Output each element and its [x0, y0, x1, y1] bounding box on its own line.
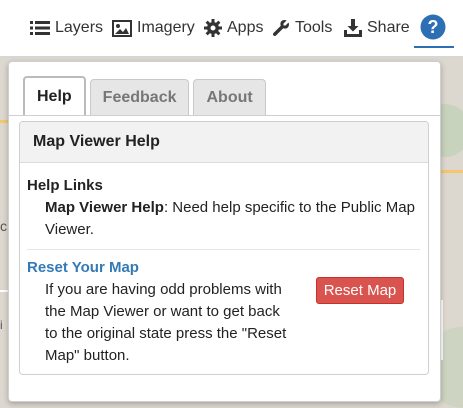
- list-icon: [30, 21, 50, 35]
- tab-divider: [9, 115, 440, 116]
- svg-text:?: ?: [428, 17, 439, 37]
- wrench-icon: [272, 20, 289, 37]
- panel-heading: Map Viewer Help: [20, 122, 428, 163]
- map-label: c: [0, 218, 7, 234]
- help-content-panel: Map Viewer Help Help Links Map Viewer He…: [19, 121, 429, 375]
- share-button[interactable]: Share: [344, 16, 410, 40]
- layers-button[interactable]: Layers: [30, 16, 103, 40]
- image-icon: [112, 19, 132, 37]
- gear-icon: [204, 19, 222, 37]
- section-divider: [27, 249, 420, 250]
- help-link-name: Map Viewer Help: [45, 199, 164, 216]
- question-circle-icon: ?: [420, 14, 446, 40]
- imagery-button[interactable]: Imagery: [112, 16, 195, 40]
- active-tool-indicator: [414, 46, 454, 48]
- reset-map-title[interactable]: Reset Your Map: [27, 259, 139, 276]
- help-panel: Help Feedback About Map Viewer Help Help…: [8, 61, 441, 402]
- download-icon: [344, 19, 362, 37]
- help-link-item[interactable]: Map Viewer Help: Need help specific to t…: [45, 197, 415, 241]
- panel-tabs: Help Feedback About: [23, 76, 266, 116]
- help-button[interactable]: ?: [414, 8, 452, 46]
- layers-label: Layers: [55, 19, 104, 36]
- apps-label: Apps: [227, 19, 264, 36]
- tab-help[interactable]: Help: [23, 76, 86, 115]
- reset-map-description: If you are having odd problems with the …: [45, 281, 287, 364]
- tab-feedback[interactable]: Feedback: [89, 79, 190, 115]
- map-road: [438, 170, 463, 173]
- apps-button[interactable]: Apps: [204, 16, 263, 40]
- share-label: Share: [367, 19, 410, 36]
- top-toolbar: Layers Imagery Apps Tools Share ?: [0, 0, 463, 57]
- tools-button[interactable]: Tools: [272, 16, 332, 40]
- help-links-title: Help Links: [27, 177, 103, 194]
- imagery-label: Imagery: [137, 19, 195, 36]
- tools-label: Tools: [295, 19, 333, 36]
- map-label: i: [0, 318, 3, 332]
- tab-about[interactable]: About: [193, 79, 266, 115]
- reset-map-button[interactable]: Reset Map: [316, 277, 404, 304]
